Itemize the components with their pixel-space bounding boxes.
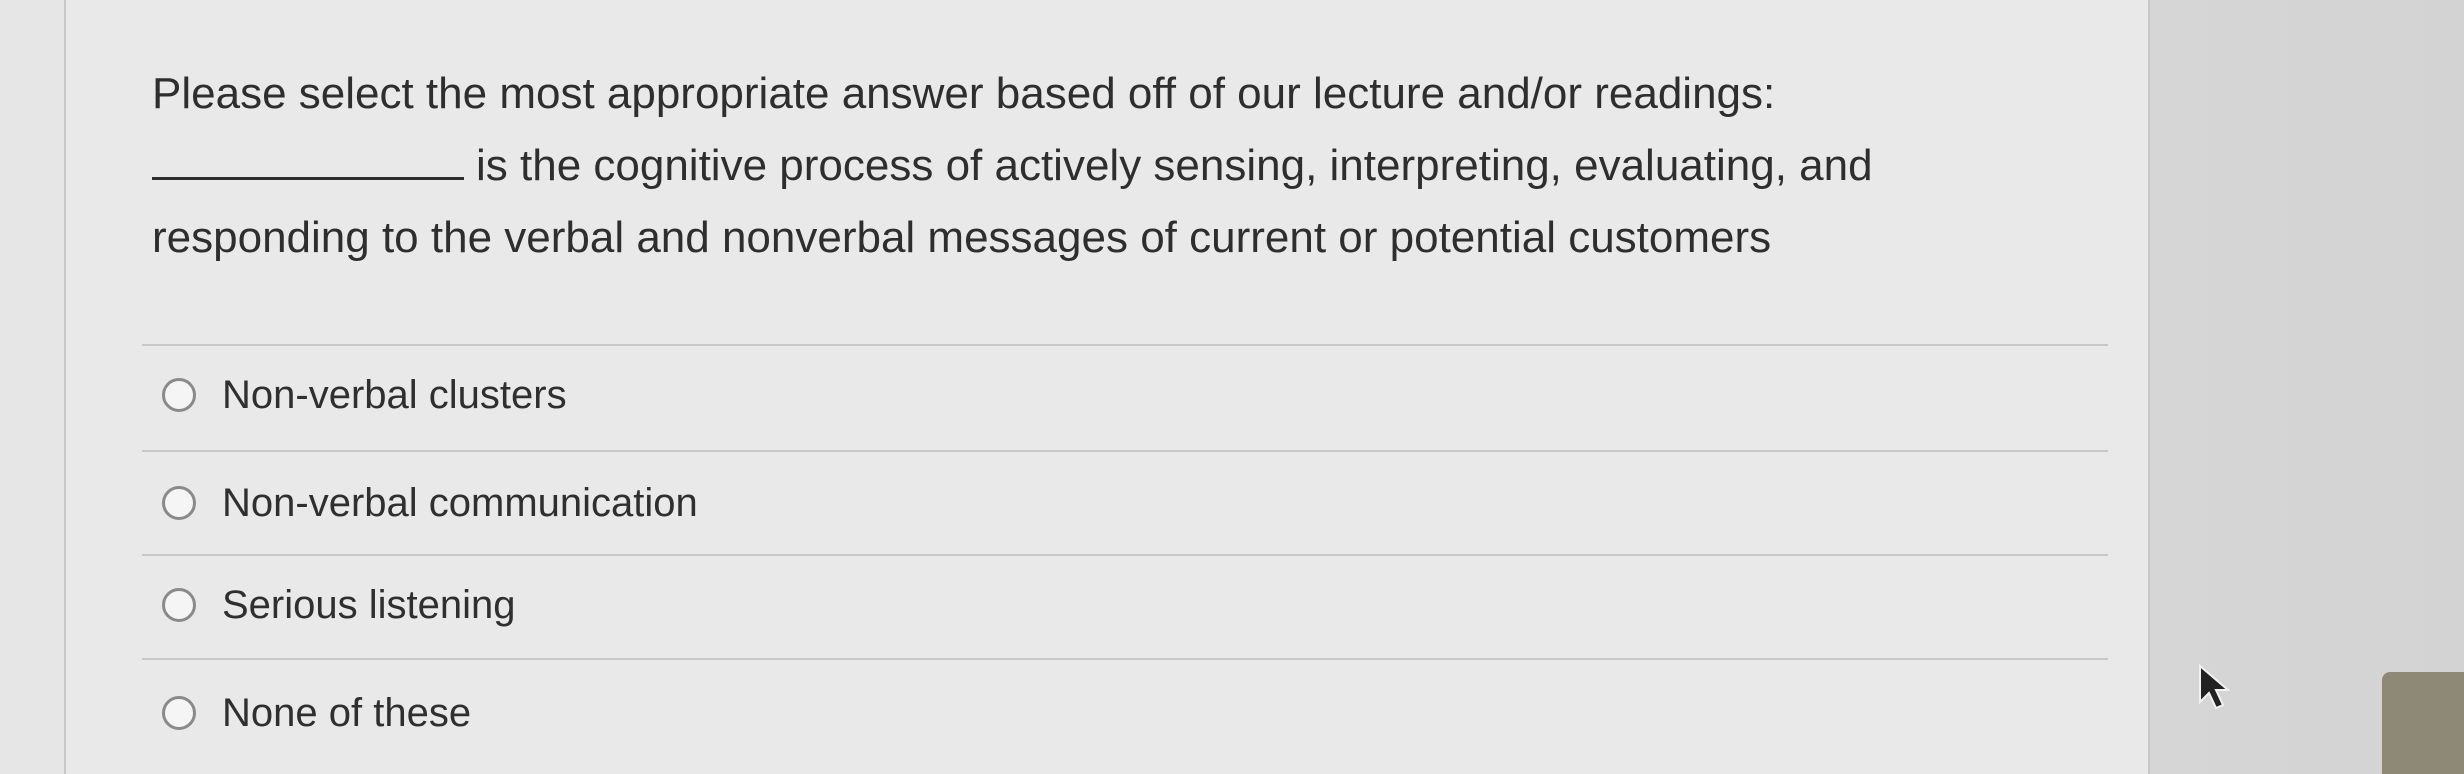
question-line-1: Please select the most appropriate answe… bbox=[152, 69, 1776, 118]
radio-button-icon[interactable] bbox=[162, 486, 196, 520]
answer-option-label[interactable]: Serious listening bbox=[222, 583, 516, 628]
option-divider-1 bbox=[142, 450, 2108, 452]
question-line-2: is the cognitive process of actively sen… bbox=[152, 130, 2092, 202]
radio-button-icon[interactable] bbox=[162, 378, 196, 412]
answer-option-1[interactable]: Non-verbal clusters bbox=[162, 360, 567, 430]
question-prompt: Please select the most appropriate answe… bbox=[152, 58, 2092, 274]
answer-option-2[interactable]: Non-verbal communication bbox=[162, 468, 698, 538]
mouse-pointer-icon bbox=[2199, 664, 2230, 710]
answer-option-label[interactable]: Non-verbal clusters bbox=[222, 373, 567, 418]
option-divider-2 bbox=[142, 554, 2108, 556]
corner-device-edge bbox=[2382, 672, 2464, 774]
answer-blank bbox=[152, 137, 464, 180]
radio-button-icon[interactable] bbox=[162, 696, 196, 730]
answer-option-label[interactable]: None of these bbox=[222, 691, 471, 736]
answer-option-3[interactable]: Serious listening bbox=[162, 570, 516, 640]
question-card: Please select the most appropriate answe… bbox=[64, 0, 2150, 774]
answer-option-label[interactable]: Non-verbal communication bbox=[222, 481, 698, 526]
answer-option-4[interactable]: None of these bbox=[162, 678, 471, 748]
radio-button-icon[interactable] bbox=[162, 588, 196, 622]
screen: Please select the most appropriate answe… bbox=[0, 0, 2464, 774]
options-top-divider bbox=[142, 344, 2108, 346]
question-line-2-text: is the cognitive process of actively sen… bbox=[476, 141, 1873, 190]
question-line-3: responding to the verbal and nonverbal m… bbox=[152, 213, 1772, 262]
option-divider-3 bbox=[142, 658, 2108, 660]
